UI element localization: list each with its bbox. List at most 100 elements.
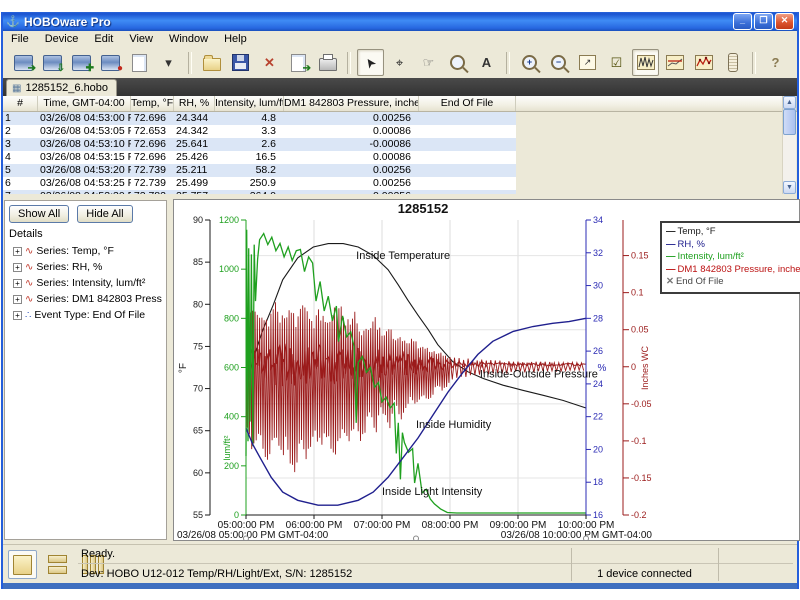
- line-swatch-icon: —: [666, 263, 676, 275]
- restore-button[interactable]: ❐: [754, 13, 773, 30]
- arrow-tool-icon[interactable]: ➤: [357, 49, 384, 76]
- status-cell-divider: [718, 548, 719, 581]
- view-split-rows-icon[interactable]: [43, 550, 72, 579]
- tree-expander-icon[interactable]: +: [13, 262, 22, 272]
- tree-expander-icon[interactable]: +: [13, 294, 22, 304]
- view-points-icon[interactable]: [690, 49, 717, 76]
- hand-tool-icon[interactable]: ☞: [415, 49, 442, 76]
- tree-item[interactable]: + ∿ Series: Temp, °F: [9, 243, 162, 259]
- table-cell: 03/26/08 04:53:20 PM: [40, 164, 131, 176]
- table-row[interactable]: 2 03/26/08 04:53:05 PM72.653 24.342 3.3 0.00…: [3, 125, 516, 138]
- arrange-windows-icon[interactable]: ↗: [574, 49, 601, 76]
- table-cell: 0.00086: [373, 125, 411, 137]
- svg-text:0.15: 0.15: [631, 251, 649, 261]
- column-header[interactable]: DM1 842803 Pressure, inches WC: [284, 96, 419, 111]
- table-row[interactable]: 6 03/26/08 04:53:25 PM72.739 25.499 250.9 0.…: [3, 177, 516, 190]
- view-plot-icon[interactable]: [632, 49, 659, 76]
- measure-tool-icon[interactable]: A: [473, 49, 500, 76]
- line-swatch-icon: —: [666, 226, 676, 237]
- table-row[interactable]: 4 03/26/08 04:53:15 PM72.696 25.426 16.5 0.0…: [3, 151, 516, 164]
- column-header[interactable]: RH, %: [174, 96, 215, 111]
- tree-expander-icon[interactable]: +: [13, 246, 22, 256]
- view-details-icon[interactable]: [719, 49, 746, 76]
- scroll-down-icon[interactable]: ▼: [783, 181, 796, 194]
- hide-all-button[interactable]: Hide All: [77, 205, 133, 223]
- view-single-pane-icon[interactable]: [8, 550, 37, 579]
- table-cell: 72.696: [133, 138, 166, 150]
- zoom-in-icon[interactable]: +: [516, 49, 543, 76]
- details-heading: Details: [9, 228, 43, 240]
- device-status-icon[interactable]: ✚: [68, 49, 95, 76]
- svg-text:80: 80: [193, 299, 203, 309]
- table-row[interactable]: 703/26/08 04:53:30 PM72.78225.757264.00.…: [3, 190, 516, 194]
- zoom-tool-icon[interactable]: [444, 49, 471, 76]
- table-row[interactable]: 5 03/26/08 04:53:20 PM72.739 25.211 58.2 0.0…: [3, 164, 516, 177]
- open-file-icon[interactable]: [198, 49, 225, 76]
- series-icon: ∿: [25, 293, 34, 305]
- tree-item[interactable]: + ∿ Series: Intensity, lum/ft²: [9, 275, 162, 291]
- table-cell: 03/26/08 04:53:30 PM: [38, 190, 131, 194]
- column-header[interactable]: #: [3, 96, 38, 111]
- menu-device[interactable]: Device: [37, 32, 87, 46]
- scroll-thumb[interactable]: [783, 109, 796, 135]
- tree-expander-icon[interactable]: +: [13, 278, 22, 288]
- print-icon[interactable]: [314, 49, 341, 76]
- menu-view[interactable]: View: [121, 32, 161, 46]
- svg-text:34: 34: [593, 215, 603, 225]
- close-button[interactable]: ✕: [775, 13, 794, 30]
- new-datafile-icon[interactable]: [126, 49, 153, 76]
- table-cell: 250.9: [249, 177, 276, 189]
- tree-item[interactable]: +∿Series: DM1 842803 Pressure, inch: [9, 291, 162, 307]
- tab-datafile[interactable]: ▦ 1285152_6.hobo: [6, 79, 118, 96]
- tree-expander-icon[interactable]: +: [13, 310, 22, 320]
- menu-window[interactable]: Window: [161, 32, 216, 46]
- column-header[interactable]: Time, GMT-04:00: [38, 96, 131, 111]
- scroll-up-icon[interactable]: ▲: [783, 96, 796, 109]
- svg-text:90: 90: [193, 215, 203, 225]
- stop-device-icon[interactable]: ●: [97, 49, 124, 76]
- table-cell: 58.2: [255, 164, 276, 176]
- line-swatch-icon: —: [666, 251, 676, 262]
- table-cell: [419, 138, 516, 151]
- svg-text:18: 18: [593, 477, 603, 487]
- column-header[interactable]: Temp, °F: [131, 96, 174, 111]
- save-file-icon[interactable]: [227, 49, 254, 76]
- legend-label: End Of File: [675, 276, 724, 287]
- column-header[interactable]: Intensity, lum/ft²: [215, 96, 284, 111]
- menu-edit[interactable]: Edit: [86, 32, 121, 46]
- help-icon[interactable]: ?: [762, 49, 789, 76]
- zoom-out-icon[interactable]: −: [545, 49, 572, 76]
- minimize-button[interactable]: _: [733, 13, 752, 30]
- plot-handle: [413, 535, 419, 542]
- tree-item[interactable]: + ∿ Series: RH, %: [9, 259, 162, 275]
- table-cell: [419, 177, 516, 190]
- svg-text:-0.15: -0.15: [631, 473, 652, 483]
- show-all-button[interactable]: Show All: [9, 205, 70, 223]
- menu-file[interactable]: File: [3, 32, 37, 46]
- plot-setup-icon[interactable]: ☑: [603, 49, 630, 76]
- readout-device-icon[interactable]: ⇩: [39, 49, 66, 76]
- launch-device-icon[interactable]: ➔: [10, 49, 37, 76]
- datafile-dropdown-icon[interactable]: ▾: [155, 49, 182, 76]
- menu-help[interactable]: Help: [216, 32, 255, 46]
- crosshair-tool-icon[interactable]: ⌖: [386, 49, 413, 76]
- svg-text:60: 60: [193, 468, 203, 478]
- x-marker-icon: ✕: [666, 276, 674, 287]
- menu-bar: File Device Edit View Window Help: [3, 31, 797, 48]
- svg-text:28: 28: [593, 313, 603, 323]
- table-scrollbar[interactable]: ▲ ▼: [782, 96, 796, 194]
- chart-annotation: Inside Temperature: [356, 250, 450, 262]
- legend-entry: — Temp, °F: [666, 226, 800, 239]
- column-header[interactable]: End Of File: [419, 96, 516, 111]
- title-bar[interactable]: ⚓ HOBOware Pro _ ❐ ✕: [3, 12, 797, 31]
- column-header-filler: [516, 96, 797, 111]
- table-cell: 0.00256: [373, 112, 411, 124]
- table-row[interactable]: 1 03/26/08 04:53:00 PM72.696 24.344 4.8 0.00…: [3, 112, 516, 125]
- tree-item[interactable]: + ∴ Event Type: End Of File: [9, 307, 162, 323]
- export-data-icon[interactable]: ➔: [285, 49, 312, 76]
- x-axis-start-label: 03/26/08 05:00:00 PM GMT-04:00: [177, 530, 329, 540]
- close-file-icon[interactable]: ✕: [256, 49, 283, 76]
- table-cell: 1: [5, 112, 11, 124]
- table-row[interactable]: 3 03/26/08 04:53:10 PM72.696 25.641 2.6 -0.0…: [3, 138, 516, 151]
- view-plot-lines-icon[interactable]: [661, 49, 688, 76]
